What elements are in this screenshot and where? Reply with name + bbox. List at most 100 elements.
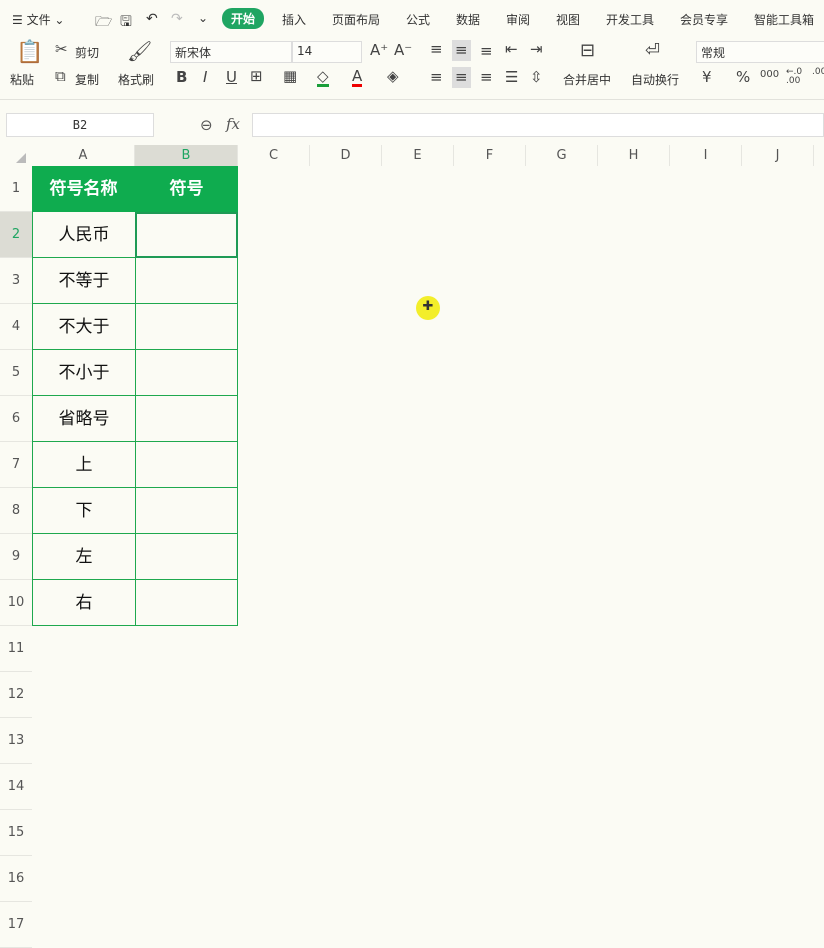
format-painter-icon[interactable]: 🖌 bbox=[127, 41, 152, 61]
cell-name[interactable]: 左 bbox=[32, 534, 136, 580]
cell-name[interactable]: 上 bbox=[32, 442, 136, 488]
paste-icon[interactable]: 📋 bbox=[16, 42, 43, 64]
row-header-7[interactable]: 7 bbox=[0, 442, 32, 488]
indent-icon[interactable]: ⇥ bbox=[530, 42, 543, 57]
column-header-G[interactable]: G bbox=[526, 145, 598, 166]
more-icon[interactable]: ⌄ bbox=[198, 11, 208, 25]
cell-name[interactable]: 人民币 bbox=[32, 212, 136, 258]
border-icon[interactable]: ⊞ bbox=[250, 69, 263, 84]
format-painter-button[interactable]: 格式刷 bbox=[118, 71, 154, 88]
wrap-icon[interactable]: ⏎ bbox=[645, 42, 660, 60]
paste-button[interactable]: 粘贴 bbox=[10, 71, 34, 88]
cell-symbol[interactable] bbox=[135, 304, 238, 350]
currency-icon[interactable]: ¥ bbox=[702, 70, 712, 85]
align-right-icon[interactable]: ≡ bbox=[480, 70, 493, 85]
cell-symbol[interactable] bbox=[135, 488, 238, 534]
tab-data[interactable]: 数据 bbox=[456, 11, 480, 28]
align-center-icon[interactable]: ≡ bbox=[452, 67, 471, 88]
tab-tools[interactable]: 智能工具箱 bbox=[754, 11, 814, 28]
scissors-icon[interactable]: ✂ bbox=[55, 42, 68, 57]
row-header-15[interactable]: 15 bbox=[0, 810, 32, 856]
distribute-icon[interactable]: ⇳ bbox=[530, 70, 543, 85]
increase-font-icon[interactable]: A⁺ bbox=[370, 43, 388, 58]
row-header-2[interactable]: 2 bbox=[0, 212, 32, 258]
outdent-icon[interactable]: ⇤ bbox=[505, 42, 518, 57]
tab-formulas[interactable]: 公式 bbox=[406, 11, 430, 28]
column-header-E[interactable]: E bbox=[382, 145, 454, 166]
percent-icon[interactable]: % bbox=[736, 70, 750, 85]
align-bottom-icon[interactable]: ≡ bbox=[480, 44, 493, 59]
merge-icon[interactable]: ⊟ bbox=[580, 42, 595, 60]
column-header-B[interactable]: B bbox=[135, 145, 238, 166]
font-size-select[interactable]: 14 bbox=[292, 41, 362, 63]
column-header-C[interactable]: C bbox=[238, 145, 310, 166]
font-select[interactable]: 新宋体 bbox=[170, 41, 292, 63]
name-box[interactable]: B2 bbox=[6, 113, 154, 137]
row-header-13[interactable]: 13 bbox=[0, 718, 32, 764]
cell-symbol[interactable] bbox=[135, 534, 238, 580]
formula-input[interactable] bbox=[252, 113, 824, 137]
decrease-decimal-icon[interactable]: .00 bbox=[812, 68, 824, 77]
row-header-3[interactable]: 3 bbox=[0, 258, 32, 304]
cut-button[interactable]: 剪切 bbox=[75, 44, 99, 61]
column-header-A[interactable]: A bbox=[32, 145, 135, 166]
row-header-17[interactable]: 17 bbox=[0, 902, 32, 948]
header-cell-name[interactable]: 符号名称 bbox=[32, 166, 135, 212]
align-top-icon[interactable]: ≡ bbox=[430, 42, 443, 57]
cell-name[interactable]: 下 bbox=[32, 488, 136, 534]
cell-style-icon[interactable]: ▦ bbox=[283, 69, 297, 84]
row-header-10[interactable]: 10 bbox=[0, 580, 32, 626]
decrease-font-icon[interactable]: A⁻ bbox=[394, 43, 412, 58]
row-header-11[interactable]: 11 bbox=[0, 626, 32, 672]
justify-icon[interactable]: ☰ bbox=[505, 70, 518, 85]
row-header-14[interactable]: 14 bbox=[0, 764, 32, 810]
undo-icon[interactable]: ↶ bbox=[146, 11, 158, 27]
thousands-icon[interactable]: 000 bbox=[760, 70, 779, 80]
tab-insert[interactable]: 插入 bbox=[282, 11, 306, 28]
row-header-8[interactable]: 8 bbox=[0, 488, 32, 534]
cell-name[interactable]: 省略号 bbox=[32, 396, 136, 442]
clear-icon[interactable]: ◈ bbox=[387, 69, 399, 84]
underline-icon[interactable]: U bbox=[226, 70, 237, 85]
header-cell-symbol[interactable]: 符号 bbox=[135, 166, 238, 212]
tab-home[interactable]: 开始 bbox=[222, 8, 265, 29]
copy-icon[interactable]: ⧉ bbox=[55, 69, 66, 84]
cell-symbol[interactable] bbox=[135, 396, 238, 442]
italic-icon[interactable]: I bbox=[203, 70, 207, 85]
tab-review[interactable]: 审阅 bbox=[506, 11, 530, 28]
column-header-D[interactable]: D bbox=[310, 145, 382, 166]
open-icon[interactable]: 🗁 bbox=[95, 11, 112, 35]
row-header-12[interactable]: 12 bbox=[0, 672, 32, 718]
cell-name[interactable]: 右 bbox=[32, 580, 136, 626]
cell-symbol[interactable] bbox=[135, 258, 238, 304]
wrap-text-button[interactable]: 自动换行 bbox=[631, 71, 679, 88]
selected-cell-B2[interactable] bbox=[135, 212, 238, 258]
file-menu[interactable]: ☰ 文件 ⌄ bbox=[12, 11, 64, 28]
cell-name[interactable]: 不小于 bbox=[32, 350, 136, 396]
row-header-4[interactable]: 4 bbox=[0, 304, 32, 350]
redo-icon[interactable]: ↷ bbox=[171, 11, 183, 27]
bold-icon[interactable]: B bbox=[176, 70, 187, 85]
column-header-J[interactable]: J bbox=[742, 145, 814, 166]
cell-symbol[interactable] bbox=[135, 580, 238, 626]
fill-color-icon[interactable]: ◇ bbox=[317, 69, 329, 87]
tab-page-layout[interactable]: 页面布局 bbox=[332, 11, 380, 28]
cell-symbol[interactable] bbox=[135, 350, 238, 396]
cell-symbol[interactable] bbox=[135, 442, 238, 488]
row-header-5[interactable]: 5 bbox=[0, 350, 32, 396]
column-header-F[interactable]: F bbox=[454, 145, 526, 166]
align-left-icon[interactable]: ≡ bbox=[430, 70, 443, 85]
select-all-corner[interactable] bbox=[0, 145, 32, 166]
save-icon[interactable]: 🖫 bbox=[120, 11, 132, 35]
font-color-icon[interactable]: A bbox=[352, 69, 363, 87]
increase-decimal-icon[interactable]: ←.0.00 bbox=[786, 68, 802, 86]
align-middle-icon[interactable]: ≡ bbox=[452, 40, 471, 61]
tab-member[interactable]: 会员专享 bbox=[680, 11, 728, 28]
row-header-6[interactable]: 6 bbox=[0, 396, 32, 442]
copy-button[interactable]: 复制 bbox=[75, 71, 99, 88]
cell-name[interactable]: 不大于 bbox=[32, 304, 136, 350]
cell-name[interactable]: 不等于 bbox=[32, 258, 136, 304]
zoom-formula-icon[interactable]: ⊖ bbox=[200, 116, 213, 134]
row-header-16[interactable]: 16 bbox=[0, 856, 32, 902]
tab-view[interactable]: 视图 bbox=[556, 11, 580, 28]
